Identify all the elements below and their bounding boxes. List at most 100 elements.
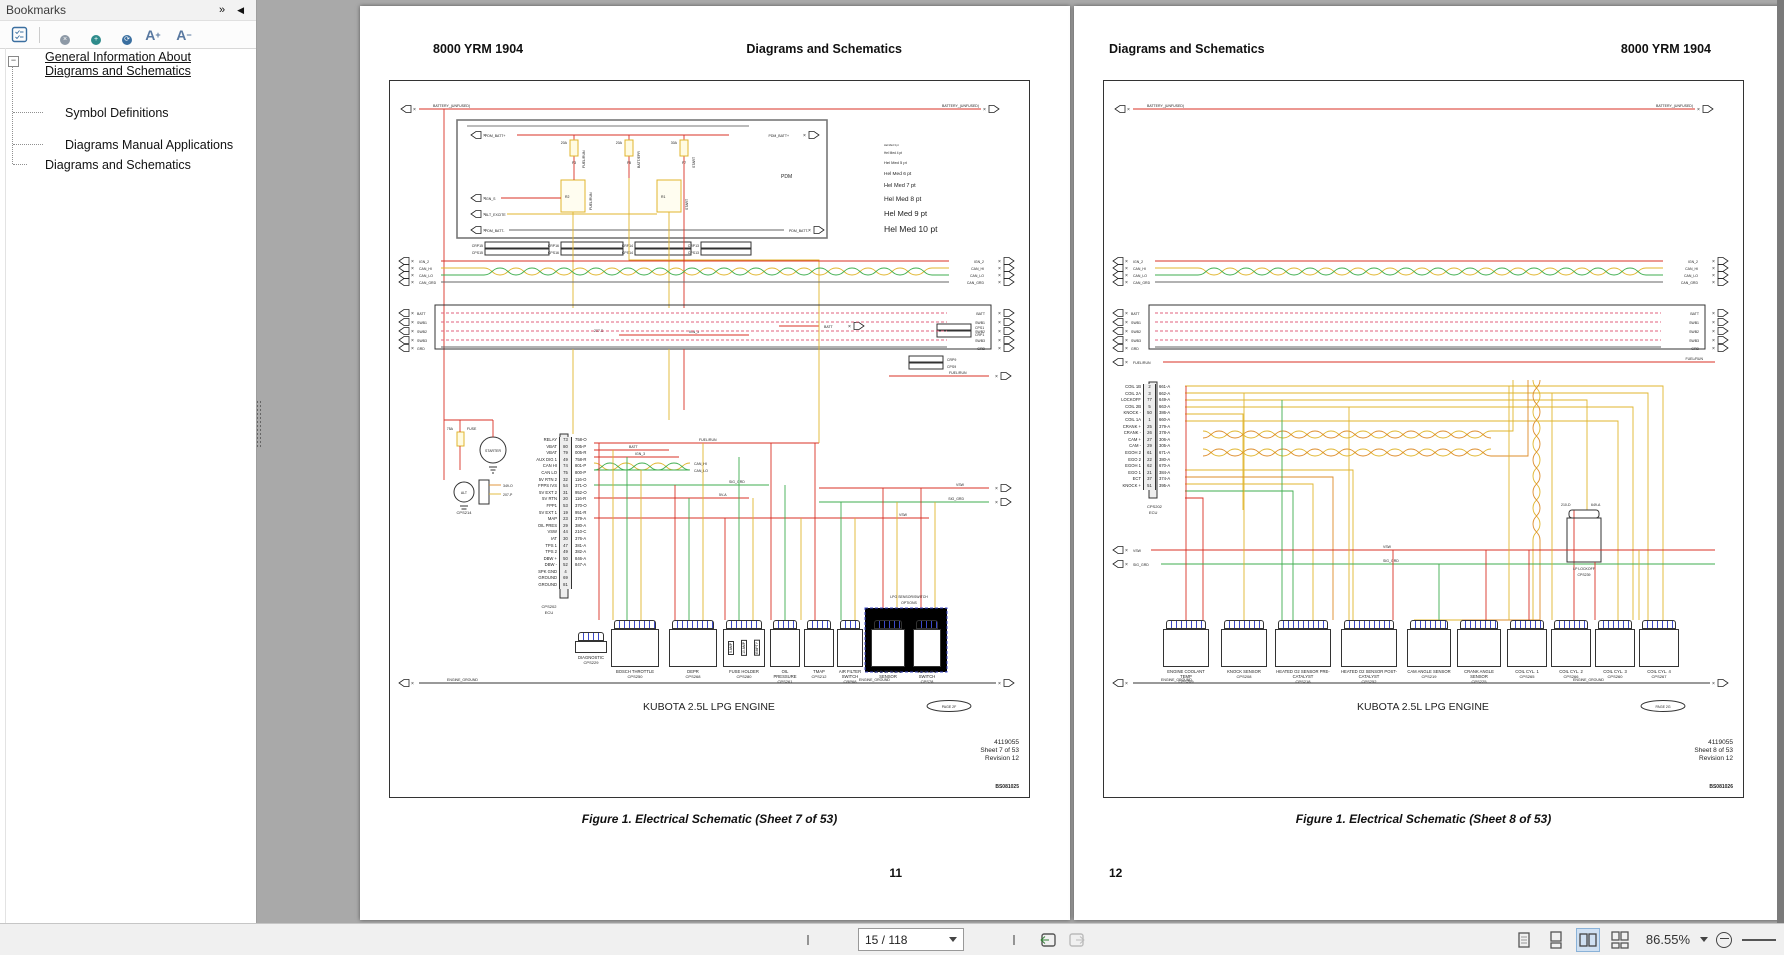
component-bosch-throttle: BOSCH THROTTLE CPS250 <box>611 620 659 679</box>
two-page-view-button[interactable] <box>1576 928 1600 952</box>
bookmarks-panel-title: Bookmarks <box>6 3 66 17</box>
svg-text:R2: R2 <box>565 195 570 199</box>
svg-text:FUEL/RUN: FUEL/RUN <box>1685 357 1703 361</box>
alternator-circuit: ALT 349-O 207-P CPS214 <box>454 480 513 515</box>
zoom-dropdown-caret-icon[interactable] <box>1700 937 1708 942</box>
drawing-code: BS081026 <box>1709 784 1733 790</box>
panel-overflow-icon[interactable]: » <box>213 4 231 16</box>
svg-text:CAN_LO: CAN_LO <box>694 469 708 473</box>
panel-resize-grip[interactable] <box>256 400 263 448</box>
svg-text:SIG_GRD: SIG_GRD <box>729 480 745 484</box>
svg-text:Hel Med 7 pt: Hel Med 7 pt <box>884 183 916 189</box>
svg-text:Hel Med 6 pt: Hel Med 6 pt <box>884 171 912 177</box>
goto-bookmark-icon[interactable]: ⟳ <box>111 24 133 46</box>
first-page-button[interactable] <box>800 929 822 951</box>
ecu-pin-row: EGO 2 22 380-A <box>1111 457 1185 464</box>
svg-text:349-O: 349-O <box>503 484 513 488</box>
svg-text:SWB3: SWB3 <box>1689 339 1699 343</box>
pdm-fuse-f5: 20A F5 BATT/EPR <box>616 135 641 178</box>
component-cam-angle-sensor: CAM ANGLE SENSOR CPS219 <box>1407 620 1451 679</box>
svg-text:Hel Med 3 pt: Hel Med 3 pt <box>884 143 899 147</box>
single-page-view-button[interactable] <box>1512 928 1536 952</box>
delete-bookmark-icon[interactable]: × <box>49 24 71 46</box>
next-view-button[interactable] <box>1066 929 1088 951</box>
svg-text:CAN_HI: CAN_HI <box>971 267 984 271</box>
last-page-button[interactable] <box>1000 929 1022 951</box>
svg-text:CPS239: CPS239 <box>1577 573 1590 577</box>
bookmark-item-label[interactable]: Symbol Definitions <box>65 106 169 120</box>
two-page-scroll-view-button[interactable] <box>1608 928 1632 952</box>
svg-text:IGN_2: IGN_2 <box>1688 260 1698 264</box>
continuous-scroll-view-button[interactable] <box>1544 928 1568 952</box>
page-number: 12 <box>1109 866 1122 880</box>
ecu-pin-row: EGOH 1 62 670-A <box>1111 463 1185 470</box>
bookmark-item-label[interactable]: Diagrams and Schematics <box>45 158 191 172</box>
ecu-pin-row: RELAY 73 758-O <box>523 437 601 444</box>
panel-collapse-icon[interactable]: ◀ <box>231 5 250 16</box>
next-page-button[interactable] <box>971 929 993 951</box>
can-bus-section: IGN_2 CAN_HI CAN_LO CAN_GRD IGN_2 CAN_HI… <box>399 258 1014 286</box>
bookmark-item-label[interactable]: Diagrams Manual Applications <box>65 138 233 152</box>
ecu-pin-row: COIL 1A 1 660-A <box>1111 417 1185 424</box>
svg-text:F7: F7 <box>682 161 686 165</box>
svg-text:CAN_LO: CAN_LO <box>1133 274 1147 278</box>
page-number-input[interactable] <box>859 932 947 948</box>
bookmark-item-label[interactable]: General Information About Diagrams and S… <box>45 50 225 78</box>
zoom-out-icon[interactable] <box>1716 932 1732 948</box>
bookmark-item-symbol-definitions[interactable]: Symbol Definitions <box>46 106 169 122</box>
batt-label: BATT <box>824 325 834 329</box>
ecu-pin-row: EGOH 2 61 671-A <box>1111 450 1185 457</box>
ecu-pin-row: ECT 37 374-A <box>1111 476 1185 483</box>
svg-text:CRP9: CRP9 <box>947 358 956 362</box>
page-header-left: 8000 YRM 1904 <box>433 42 523 56</box>
svg-text:CPS13: CPS13 <box>688 251 699 255</box>
bookmark-options-icon[interactable] <box>8 24 30 46</box>
component-heated-o2-sensor-pre: HEATED O2 SENSOR PRE-CATALYST CPS218 <box>1275 620 1331 684</box>
svg-text:SIG_GRD: SIG_GRD <box>948 497 964 501</box>
svg-text:LP LOCKOFF: LP LOCKOFF <box>1573 567 1595 571</box>
pdm-batt-plus-left: PDM_BATT+ <box>485 134 505 138</box>
ecu-pin-row: COIL 2A 3 662-A <box>1111 391 1185 398</box>
expand-collapse-toggle[interactable]: − <box>8 56 19 67</box>
svg-text:SWB1: SWB1 <box>975 321 985 325</box>
svg-text:GRD: GRD <box>977 347 985 351</box>
decrease-text-size-icon[interactable]: A− <box>173 24 195 46</box>
pdm-ign-s: IGN_S <box>485 197 496 201</box>
page-tag: PAGE 2G <box>1655 705 1670 709</box>
svg-text:FUEL/RUN: FUEL/RUN <box>589 192 593 210</box>
document-scrollbar[interactable] <box>1777 0 1784 924</box>
svg-text:SWB2: SWB2 <box>1131 330 1141 334</box>
zoom-slider[interactable] <box>1742 939 1776 941</box>
previous-page-button[interactable] <box>829 929 851 951</box>
svg-text:CRP15: CRP15 <box>472 244 483 248</box>
ecu-pin-row: 5V EXT 2 31 952-O <box>523 490 601 497</box>
ecu-pin-row: EGO 1 21 384-A <box>1111 470 1185 477</box>
battery-label-left: BATTERY_(UNFUSED) <box>1147 104 1184 108</box>
bookmark-item-diagrams-manual-applications[interactable]: Diagrams Manual Applications <box>46 138 233 154</box>
svg-text:SWB3: SWB3 <box>417 339 427 343</box>
page-navigation-group <box>800 924 1088 955</box>
svg-text:CAN_LO: CAN_LO <box>419 274 433 278</box>
svg-text:CAN_GRD: CAN_GRD <box>1133 281 1151 285</box>
svg-text:Revision 12: Revision 12 <box>1699 755 1733 762</box>
ecu-pin-list: COIL 1B 2 661-A COIL 2A 3 662-A LOCKOFF … <box>1111 384 1185 490</box>
page-tag: PAGE 2F <box>942 705 957 709</box>
svg-text:Hel Med 9 pt: Hel Med 9 pt <box>884 209 928 218</box>
page-dropdown-caret-icon[interactable] <box>949 937 957 942</box>
svg-text:ALT: ALT <box>461 491 468 495</box>
increase-text-size-icon[interactable]: A+ <box>142 24 164 46</box>
new-bookmark-icon[interactable]: + <box>80 24 102 46</box>
ecu-pin-row: SPK GND 4 <box>523 569 601 576</box>
drawing-code: BS081025 <box>995 784 1019 790</box>
component-coil-cyl-3: COIL CYL. 3 CPS260 <box>1595 620 1635 679</box>
ecu-pin-row: VSW 44 210-C <box>523 529 601 536</box>
component-air-filter-switch: AIR FILTER SWITCH CRP68 <box>837 620 863 684</box>
component-diagnostic: DIAGNOSTIC CPS229 <box>575 632 607 665</box>
figure-caption: Figure 1. Electrical Schematic (Sheet 8 … <box>1103 812 1744 826</box>
previous-view-button[interactable] <box>1037 929 1059 951</box>
bookmark-item-general-information[interactable]: General Information About Diagrams and S… <box>26 50 236 78</box>
ecu-pin-row: CAN LO 75 800-P <box>523 470 601 477</box>
ecu-pin-row: TPS 2 49 382-A <box>523 549 601 556</box>
svg-text:VSW: VSW <box>956 483 965 487</box>
bookmark-item-diagrams-and-schematics[interactable]: Diagrams and Schematics <box>26 158 191 174</box>
